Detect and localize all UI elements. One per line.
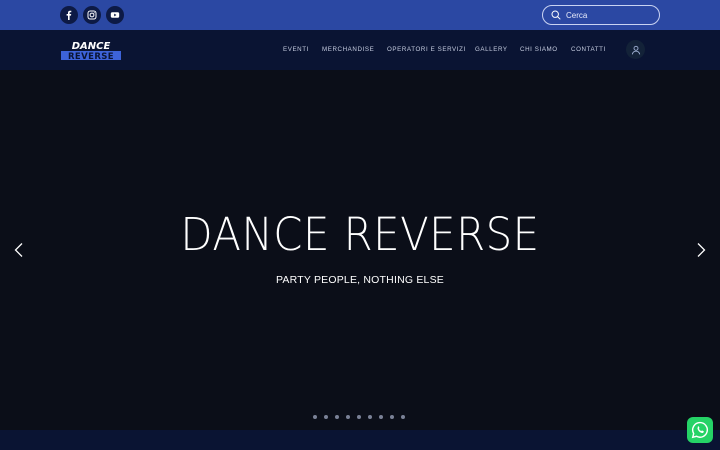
slider-dot[interactable]	[346, 415, 350, 419]
search-input[interactable]	[566, 10, 651, 20]
slider-dot[interactable]	[324, 415, 328, 419]
whatsapp-icon	[691, 421, 708, 439]
slider-dot[interactable]	[357, 415, 361, 419]
youtube-icon	[110, 12, 120, 18]
search-icon	[551, 10, 561, 20]
nav-item-operatori-e-servizi[interactable]: OPERATORI E SERVIZI	[387, 46, 466, 53]
slider-dot[interactable]	[368, 415, 372, 419]
slider-dot[interactable]	[335, 415, 339, 419]
hero-title: DANCE REVERSE	[180, 208, 540, 261]
slider-dot[interactable]	[401, 415, 405, 419]
nav-item-eventi[interactable]: EVENTI	[283, 46, 309, 53]
nav-item-chi-siamo[interactable]: CHI SIAMO	[520, 46, 558, 53]
youtube-link[interactable]	[106, 6, 124, 24]
chevron-right-icon	[697, 243, 706, 257]
hero-subtitle: PARTY PEOPLE, NOTHING ELSE	[275, 274, 444, 286]
facebook-icon	[66, 10, 72, 20]
slider-dot[interactable]	[379, 415, 383, 419]
search-box[interactable]	[542, 5, 660, 25]
instagram-link[interactable]	[83, 6, 101, 24]
site-logo[interactable]: DANCE REVERSE	[60, 40, 122, 62]
facebook-link[interactable]	[60, 6, 78, 24]
instagram-icon	[87, 10, 97, 20]
chevron-left-icon	[14, 243, 23, 257]
nav-item-gallery[interactable]: GALLERY	[475, 46, 508, 53]
footer-strip	[0, 430, 720, 450]
slider-pagination	[313, 415, 405, 419]
slider-dot[interactable]	[313, 415, 317, 419]
whatsapp-button[interactable]	[687, 417, 713, 443]
nav-item-merchandise[interactable]: MERCHANDISE	[322, 46, 374, 53]
user-icon	[631, 45, 640, 55]
logo-graphic: DANCE REVERSE	[61, 41, 121, 62]
slider-dot[interactable]	[390, 415, 394, 419]
slider-prev-button[interactable]	[13, 242, 25, 258]
nav-item-contatti[interactable]: CONTATTI	[571, 46, 606, 53]
logo-text-top: DANCE	[72, 41, 111, 52]
slider-next-button[interactable]	[695, 242, 707, 258]
logo-text-bottom: REVERSE	[68, 52, 114, 62]
account-button[interactable]	[626, 40, 645, 59]
